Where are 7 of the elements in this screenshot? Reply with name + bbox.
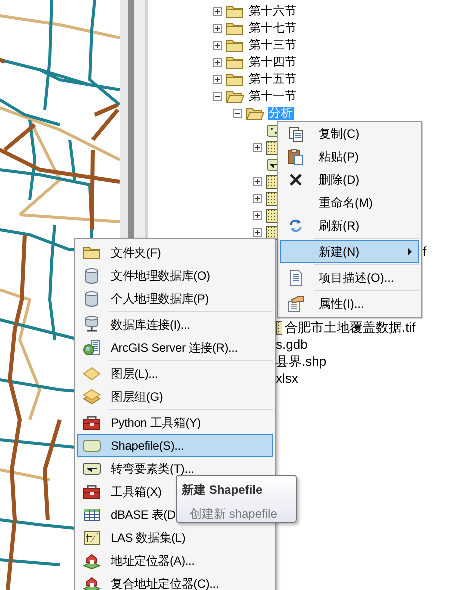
tree-item-label: s.gdb [276,336,308,354]
tree-item-label: 合肥市土地覆盖数据.tif [285,318,416,337]
tree-item-label: 县界.shp [276,352,327,371]
tooltip-text: 创建新 shapefile [189,506,278,523]
tree-item-label: f [423,242,427,261]
tooltip-title: 新建 Shapefile [182,482,264,499]
tree-item-label: xlsx [276,370,298,388]
